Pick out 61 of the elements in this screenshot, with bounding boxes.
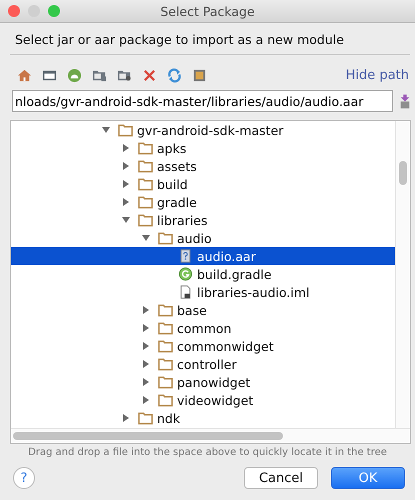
folder-icon bbox=[158, 231, 173, 245]
folder-icon bbox=[138, 411, 153, 425]
prompt-text: Select jar or aar package to import as a new module bbox=[14, 31, 345, 49]
folder-icon bbox=[158, 303, 173, 317]
folder-icon bbox=[158, 339, 173, 353]
tree-item[interactable]: audio.aar bbox=[11, 247, 396, 265]
refresh-icon[interactable] bbox=[167, 68, 182, 82]
tree-item[interactable]: libraries bbox=[11, 211, 396, 229]
expand-arrow-icon[interactable] bbox=[121, 143, 131, 153]
expand-arrow-icon[interactable] bbox=[121, 179, 131, 189]
tree-item[interactable]: apks bbox=[11, 139, 396, 157]
folder-icon bbox=[138, 213, 153, 227]
help-button[interactable]: ? bbox=[13, 467, 35, 489]
tree-item[interactable]: base bbox=[11, 301, 396, 319]
folder-icon bbox=[118, 123, 133, 137]
tree-item[interactable]: ndk bbox=[11, 409, 396, 427]
unknown-file-icon bbox=[178, 249, 193, 263]
module-file-icon bbox=[178, 285, 193, 299]
collapse-arrow-icon[interactable] bbox=[121, 215, 131, 225]
collapse-arrow-icon[interactable] bbox=[141, 233, 151, 243]
cancel-button[interactable]: Cancel bbox=[244, 467, 318, 489]
hint-text: Drag and drop a file into the space above to quickly locate it in the tree bbox=[27, 446, 388, 458]
folder-icon bbox=[138, 195, 153, 209]
expand-arrow-icon[interactable] bbox=[141, 305, 151, 315]
tree-item[interactable]: gradle bbox=[11, 193, 396, 211]
hide-path-link[interactable]: Hide path bbox=[346, 68, 409, 82]
tree-item[interactable]: build.gradle bbox=[11, 265, 396, 283]
tree-item[interactable]: videowidget bbox=[11, 391, 396, 409]
tree-item[interactable]: gvr-android-sdk-master bbox=[11, 121, 396, 139]
window-title: Select Package bbox=[160, 4, 255, 18]
expand-arrow-icon[interactable] bbox=[141, 377, 151, 387]
folder-icon bbox=[138, 141, 153, 155]
expand-arrow-icon[interactable] bbox=[121, 413, 131, 423]
expand-arrow-icon[interactable] bbox=[141, 341, 151, 351]
tree-item[interactable]: panowidget bbox=[11, 373, 396, 391]
tree-item[interactable]: commonwidget bbox=[11, 337, 396, 355]
collapse-arrow-icon[interactable] bbox=[101, 125, 111, 135]
tree-item[interactable]: controller bbox=[11, 355, 396, 373]
folder-icon bbox=[158, 375, 173, 389]
delete-icon[interactable] bbox=[142, 68, 157, 82]
expand-arrow-icon[interactable] bbox=[141, 359, 151, 369]
scrollbar-thumb[interactable] bbox=[13, 432, 283, 440]
gradle-icon bbox=[178, 267, 193, 281]
tree-item[interactable]: libraries-audio.iml bbox=[11, 283, 396, 301]
home-icon[interactable] bbox=[17, 68, 32, 82]
expand-arrow-icon[interactable] bbox=[121, 197, 131, 207]
expand-arrow-icon[interactable] bbox=[141, 323, 151, 333]
folder-icon bbox=[138, 177, 153, 191]
folder-icon bbox=[138, 159, 153, 173]
folder-icon bbox=[158, 321, 173, 335]
download-icon[interactable] bbox=[399, 92, 411, 110]
folder-icon bbox=[158, 393, 173, 407]
expand-arrow-icon[interactable] bbox=[141, 395, 151, 405]
folder-icon bbox=[158, 357, 173, 371]
tree-item[interactable]: common bbox=[11, 319, 396, 337]
scrollbar-thumb[interactable] bbox=[399, 161, 407, 185]
tree-item[interactable]: audio bbox=[11, 229, 396, 247]
tree-item[interactable]: build bbox=[11, 175, 396, 193]
tree-item[interactable]: assets bbox=[11, 157, 396, 175]
expand-arrow-icon[interactable] bbox=[121, 161, 131, 171]
path-field[interactable]: nloads/gvr-android-sdk-master/libraries/audio/audio.aar bbox=[12, 90, 393, 112]
